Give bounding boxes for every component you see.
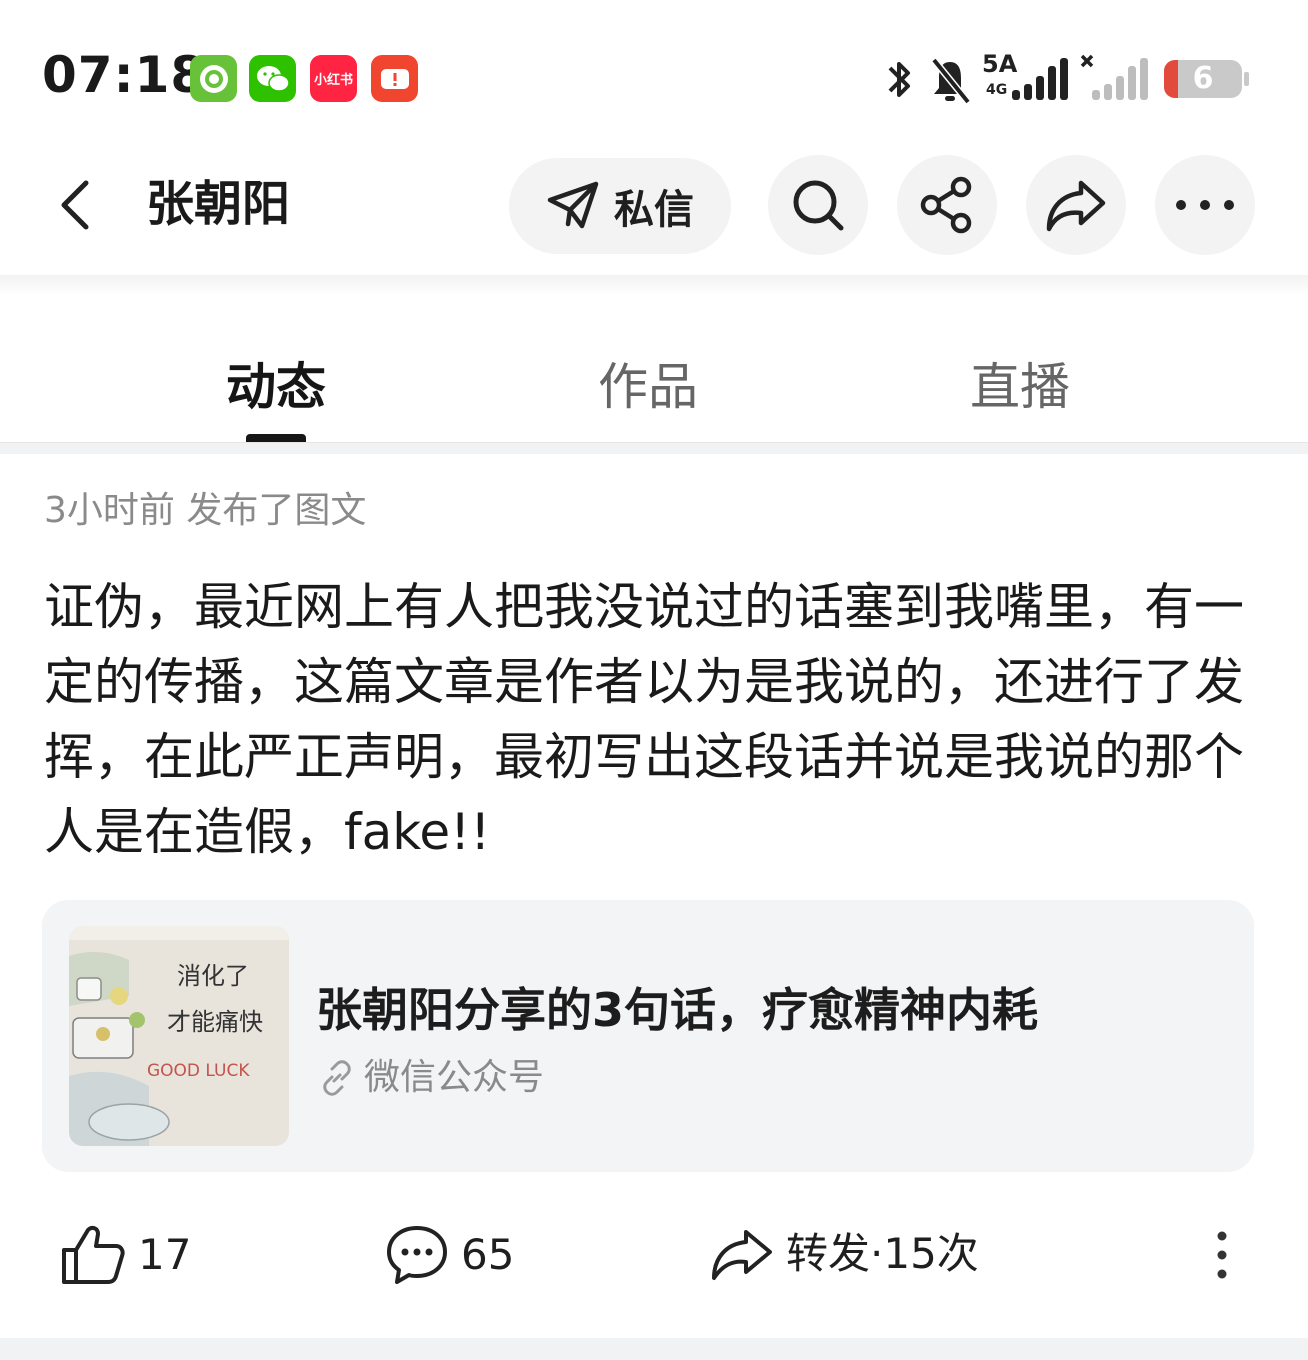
post-more-button[interactable]	[1200, 1230, 1244, 1280]
wechat-icon	[249, 55, 296, 102]
link-thumbnail: 消化了 才能痛快 GOOD LUCK	[69, 926, 289, 1146]
search-button[interactable]	[768, 155, 868, 255]
active-tab-indicator	[246, 434, 306, 442]
network-sub-label: 4G	[986, 82, 1008, 98]
forward-button[interactable]	[1026, 155, 1126, 255]
post-actions: 17 65 转发·15次	[0, 1200, 1308, 1315]
tab-live[interactable]: 直播	[870, 352, 1170, 422]
thumbnail-text-3: GOOD LUCK	[147, 1061, 250, 1081]
signal-strong-icon	[1012, 58, 1068, 100]
repost-label: 转发·15次	[786, 1229, 979, 1278]
tabs-divider	[0, 442, 1308, 454]
more-icon	[1176, 200, 1234, 210]
like-button[interactable]: 17	[60, 1224, 191, 1286]
profile-header: 张朝阳 私信	[0, 150, 1308, 275]
more-button[interactable]	[1155, 155, 1255, 255]
send-icon	[547, 181, 599, 229]
forward-icon	[1046, 180, 1106, 232]
private-message-label: 私信	[614, 187, 694, 233]
link-source: 微信公众号	[318, 1055, 544, 1101]
green-app-icon	[190, 55, 237, 102]
comment-icon	[387, 1226, 447, 1284]
like-count: 17	[138, 1230, 192, 1279]
xiaohongshu-icon: 小红书	[310, 55, 357, 102]
post-body: 证伪，最近网上有人把我没说过的话塞到我嘴里，有一定的传播，这篇文章是作者以为是我…	[44, 578, 1244, 861]
link-source-label: 微信公众号	[364, 1057, 545, 1098]
link-title: 张朝阳分享的3句话，疗愈精神内耗	[316, 983, 1039, 1037]
share-icon	[920, 176, 972, 234]
mute-bell-icon	[931, 57, 971, 105]
private-message-button[interactable]: 私信	[509, 158, 731, 254]
share-button[interactable]	[897, 155, 997, 255]
battery-level-text: 6	[1192, 61, 1214, 96]
link-card[interactable]: 消化了 才能痛快 GOOD LUCK 张朝阳分享的3句话，疗愈精神内耗 微信公众…	[42, 900, 1254, 1172]
battery-tip	[1244, 72, 1249, 86]
search-icon	[793, 180, 844, 231]
repost-icon	[712, 1230, 772, 1280]
signal-weak-icon	[1080, 54, 1148, 100]
bottom-divider	[0, 1338, 1308, 1360]
red-app-icon	[371, 55, 418, 102]
vertical-more-icon	[1217, 1231, 1227, 1279]
link-icon	[323, 1060, 351, 1096]
tab-works[interactable]: 作品	[498, 352, 798, 422]
back-icon	[61, 180, 89, 230]
post-meta: 3小时前 发布了图文	[44, 490, 367, 531]
status-bar: 07:18 小红书 5A 4G 6	[0, 0, 1308, 150]
comment-button[interactable]: 65	[385, 1224, 514, 1286]
bluetooth-icon	[888, 62, 910, 97]
battery-icon: 6	[1164, 60, 1242, 98]
profile-name: 张朝阳	[146, 176, 291, 232]
status-time: 07:18	[42, 46, 207, 104]
profile-tabs: 动态 作品 直播	[0, 300, 1308, 445]
comment-count: 65	[461, 1230, 515, 1279]
thumbnail-text-2: 才能痛快	[167, 1008, 263, 1036]
tab-dynamics[interactable]: 动态	[126, 352, 426, 422]
header-divider	[0, 275, 1308, 295]
thumbnail-text-1: 消化了	[177, 962, 249, 990]
repost-button[interactable]: 转发·15次	[710, 1224, 979, 1284]
thumbs-up-icon	[62, 1225, 125, 1284]
back-button[interactable]	[50, 175, 110, 235]
